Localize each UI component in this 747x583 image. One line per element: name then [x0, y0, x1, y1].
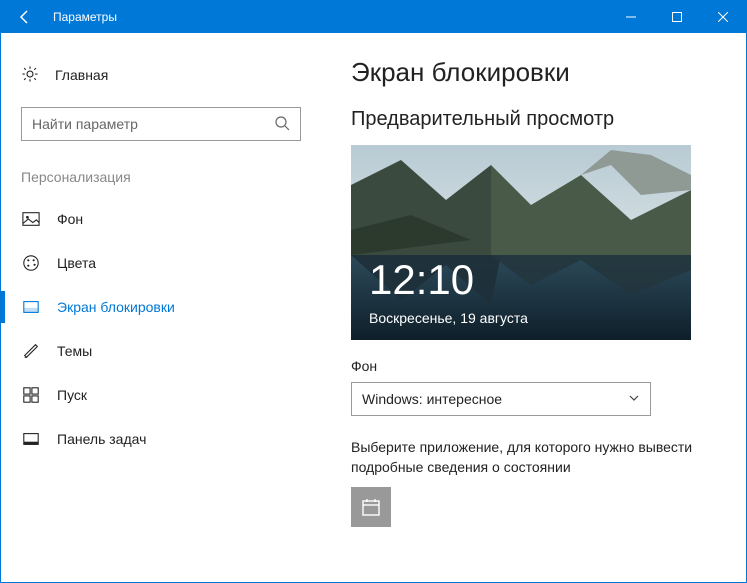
detailed-status-app-button[interactable] — [351, 487, 391, 527]
close-button[interactable] — [700, 1, 746, 33]
themes-icon — [21, 341, 41, 361]
background-dropdown[interactable]: Windows: интересное — [351, 382, 651, 416]
nav-label: Панель задач — [57, 431, 146, 447]
dropdown-value: Windows: интересное — [362, 391, 502, 407]
palette-icon — [21, 253, 41, 273]
chevron-down-icon — [628, 391, 640, 407]
home-link[interactable]: Главная — [21, 55, 301, 95]
search-input[interactable]: Найти параметр — [21, 107, 301, 141]
nav-item-lockscreen[interactable]: Экран блокировки — [21, 285, 301, 329]
search-icon — [274, 115, 290, 134]
nav: Фон Цвета Экран блокировки Темы — [21, 197, 301, 461]
nav-label: Фон — [57, 211, 83, 227]
window-title: Параметры — [49, 10, 608, 24]
nav-item-start[interactable]: Пуск — [21, 373, 301, 417]
nav-label: Цвета — [57, 255, 96, 271]
lockscreen-icon — [21, 297, 41, 317]
start-icon — [21, 385, 41, 405]
back-button[interactable] — [1, 1, 49, 33]
titlebar: Параметры — [1, 1, 746, 33]
nav-item-taskbar[interactable]: Панель задач — [21, 417, 301, 461]
nav-item-background[interactable]: Фон — [21, 197, 301, 241]
home-label: Главная — [55, 67, 108, 83]
page-title: Экран блокировки — [351, 57, 718, 88]
search-placeholder: Найти параметр — [32, 116, 138, 132]
maximize-button[interactable] — [654, 1, 700, 33]
nav-item-themes[interactable]: Темы — [21, 329, 301, 373]
main-panel: Экран блокировки Предварительный просмот… — [321, 33, 746, 582]
app-status-hint: Выберите приложение, для которого нужно … — [351, 438, 718, 477]
sidebar: Главная Найти параметр Персонализация Фо… — [1, 33, 321, 582]
background-label: Фон — [351, 358, 718, 374]
minimize-button[interactable] — [608, 1, 654, 33]
taskbar-icon — [21, 429, 41, 449]
gear-icon — [21, 65, 39, 86]
nav-label: Экран блокировки — [57, 299, 175, 315]
calendar-icon — [361, 497, 381, 517]
section-label: Персонализация — [21, 169, 301, 185]
lockscreen-preview: 12:10 Воскресенье, 19 августа — [351, 145, 691, 340]
nav-label: Пуск — [57, 387, 87, 403]
preview-date: Воскресенье, 19 августа — [369, 310, 528, 326]
nav-label: Темы — [57, 343, 92, 359]
preview-time: 12:10 — [369, 256, 474, 304]
preview-heading: Предварительный просмотр — [351, 108, 718, 131]
picture-icon — [21, 209, 41, 229]
nav-item-colors[interactable]: Цвета — [21, 241, 301, 285]
